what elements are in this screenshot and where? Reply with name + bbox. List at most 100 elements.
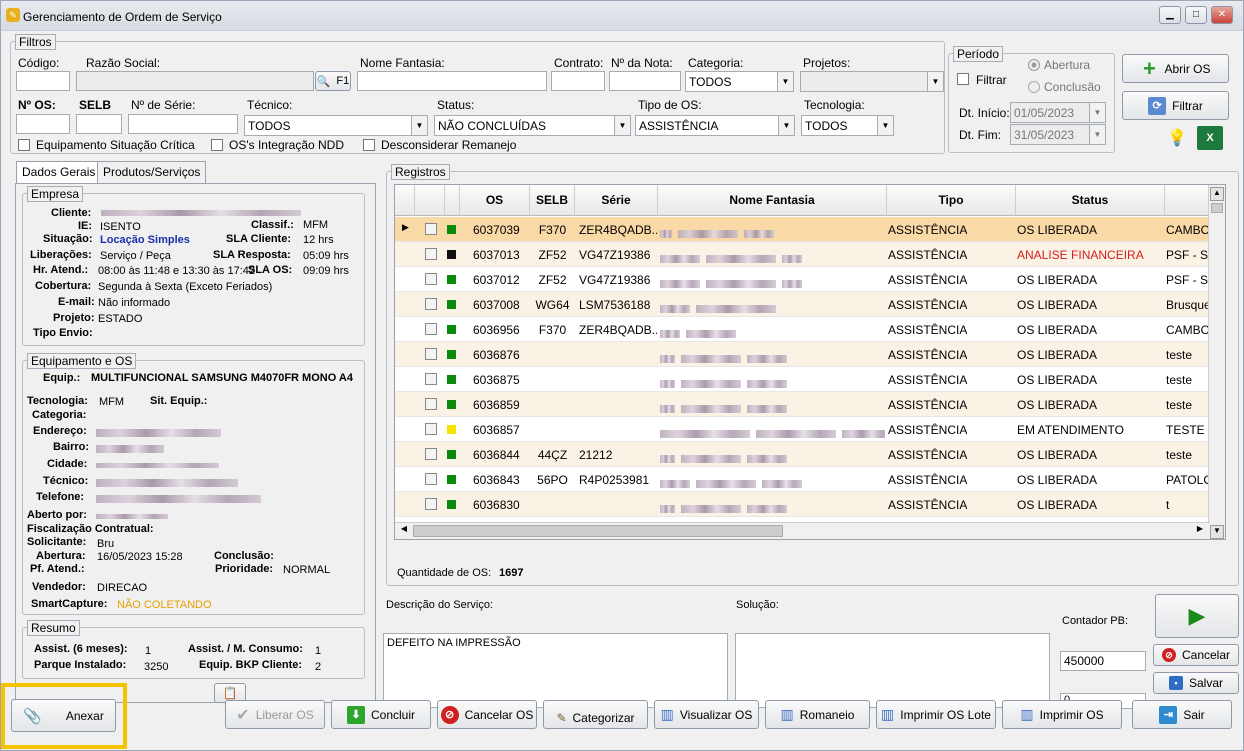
plus-icon: + (1143, 55, 1156, 81)
cell-tipo: ASSISTÊNCIA (888, 398, 968, 412)
table-row[interactable]: 6037008 WG64 LSM7536188 ASSISTÊNCIA OS LIBER… (395, 292, 1210, 317)
concluir-button[interactable]: ⬇ Concluir (331, 700, 431, 729)
ndd-label: OS's Integração NDD (229, 138, 345, 152)
col-nome-fantasia[interactable]: Nome Fantasia (658, 185, 887, 216)
row-checkbox[interactable] (425, 248, 437, 260)
sla-os-label: SLA OS: (248, 264, 293, 276)
codigo-input[interactable] (16, 71, 70, 91)
tab-dados-gerais[interactable]: Dados Gerais (16, 161, 102, 184)
col-os[interactable]: OS (460, 185, 530, 216)
remanejo-checkbox[interactable] (363, 139, 375, 151)
row-checkbox[interactable] (425, 473, 437, 485)
projetos-select[interactable]: ▼ (800, 71, 944, 92)
romaneio-button[interactable]: ▥ Romaneio (765, 700, 870, 729)
table-row[interactable]: 6036875 ASSISTÊNCIA OS LIBERADA teste (395, 367, 1210, 392)
play-button[interactable]: ▶ (1155, 594, 1239, 638)
row-checkbox[interactable] (425, 223, 437, 235)
periodo-group-label: Período (953, 46, 1004, 62)
dt-inicio-picker[interactable]: 01/05/2023 ▼ (1010, 102, 1106, 123)
imprimir-os-lote-button[interactable]: ▥ Imprimir OS Lote (876, 700, 996, 729)
col-cidade[interactable] (1165, 185, 1210, 216)
close-button[interactable]: ✕ (1211, 6, 1233, 24)
row-checkbox[interactable] (425, 373, 437, 385)
status-select[interactable]: NÃO CONCLUÍDAS ▼ (434, 115, 631, 136)
table-row[interactable]: 6036844 44ÇZ 21212 ASSISTÊNCIA OS LIBERADA te… (395, 442, 1210, 467)
filtrar-periodo-checkbox[interactable] (957, 73, 969, 85)
filter-icon: ⟳ (1148, 96, 1167, 115)
contador-input[interactable]: 450000 (1060, 651, 1146, 671)
tecnico-select[interactable]: TODOS ▼ (244, 115, 428, 136)
razao-input[interactable] (76, 71, 314, 91)
vertical-scrollbar[interactable]: ▲ ▼ (1208, 185, 1225, 539)
table-row[interactable]: 6037012 ZF52 VG47Z19386 ASSISTÊNCIA OS LIBER… (395, 267, 1210, 292)
col-serie[interactable]: Série (575, 185, 658, 216)
table-row[interactable]: 6036843 56PO R4P0253981 ASSISTÊNCIA OS LIBER… (395, 467, 1210, 492)
col-status[interactable]: Status (1016, 185, 1165, 216)
equip-label: Equip.: (43, 372, 81, 384)
descricao-textarea[interactable]: DEFEITO NA IMPRESSÃO (383, 633, 728, 708)
table-row[interactable]: 6036859 ASSISTÊNCIA OS LIBERADA teste (395, 392, 1210, 417)
horizontal-scrollbar[interactable]: ◀ ▶ (395, 522, 1210, 539)
lightbulb-icon[interactable]: 💡 (1167, 128, 1187, 148)
table-row[interactable]: 6036857 ASSISTÊNCIA EM ATENDIMENTO TESTE (395, 417, 1210, 442)
email-label: E-mail: (58, 296, 95, 308)
app-window: ✎ Gerenciamento de Ordem de Serviço ▁ □ … (0, 0, 1244, 751)
table-row[interactable]: ▶ 6037039 F370 ZER4BQADB... ASSISTÊNCIA OS LI… (395, 217, 1210, 242)
scroll-up-icon[interactable]: ▲ (1210, 187, 1224, 201)
row-checkbox[interactable] (425, 348, 437, 360)
categoria-select[interactable]: TODOS ▼ (685, 71, 794, 92)
cell-status: OS LIBERADA (1017, 273, 1098, 287)
selb-input[interactable] (76, 114, 122, 134)
grid-color-col (445, 185, 460, 216)
h-scroll-thumb[interactable] (413, 525, 783, 537)
table-row[interactable]: 6036876 ASSISTÊNCIA OS LIBERADA teste (395, 342, 1210, 367)
contrato-input[interactable] (551, 71, 605, 91)
solucao-textarea[interactable] (735, 633, 1050, 708)
categorizar-button[interactable]: ✎ Categorizar (543, 700, 648, 729)
visualizar-os-button[interactable]: ▥ Visualizar OS (654, 700, 759, 729)
nos-input[interactable] (16, 114, 70, 134)
excel-icon[interactable]: X (1197, 126, 1223, 150)
scroll-left-icon[interactable]: ◀ (397, 524, 411, 538)
contrato-label: Contrato: (554, 56, 604, 70)
row-checkbox[interactable] (425, 423, 437, 435)
filtrar-button[interactable]: ⟳ Filtrar (1122, 91, 1229, 120)
abrir-os-button[interactable]: + Abrir OS (1122, 54, 1229, 83)
scroll-down-icon[interactable]: ▼ (1210, 525, 1224, 539)
serie-input[interactable] (128, 114, 238, 134)
col-tipo[interactable]: Tipo (887, 185, 1016, 216)
ndd-checkbox[interactable] (211, 139, 223, 151)
cancelar-os-button[interactable]: ⊘ Cancelar OS (437, 700, 537, 729)
dt-fim-picker[interactable]: 31/05/2023 ▼ (1010, 124, 1106, 145)
sair-button[interactable]: ⇥ Sair (1132, 700, 1232, 729)
col-selb[interactable]: SELB (530, 185, 575, 216)
situacao-critica-checkbox[interactable] (18, 139, 30, 151)
imprimir-os-button[interactable]: ▥ Imprimir OS (1002, 700, 1122, 729)
cancelar-button[interactable]: ⊘ Cancelar (1153, 644, 1239, 666)
maximize-button[interactable]: □ (1185, 6, 1207, 24)
row-checkbox[interactable] (425, 448, 437, 460)
tecnologia-select[interactable]: TODOS ▼ (801, 115, 894, 136)
row-checkbox[interactable] (425, 273, 437, 285)
tecnico-eq-label: Técnico: (43, 475, 89, 487)
abertura-radio[interactable] (1028, 59, 1040, 71)
f1-search-button[interactable]: 🔍 F1 (315, 71, 351, 91)
row-checkbox[interactable] (425, 398, 437, 410)
row-checkbox[interactable] (425, 323, 437, 335)
table-row[interactable]: 6036956 F370 ZER4BQADB... ASSISTÊNCIA OS LIB… (395, 317, 1210, 342)
fantasia-input[interactable] (357, 71, 547, 91)
tab-produtos-servicos[interactable]: Produtos/Serviços (97, 161, 207, 183)
minimize-button[interactable]: ▁ (1159, 6, 1181, 24)
table-row[interactable]: 6037013 ZF52 VG47Z19386 ASSISTÊNCIA ANALISE … (395, 242, 1210, 267)
table-row[interactable]: 6036830 ASSISTÊNCIA OS LIBERADA t (395, 492, 1210, 517)
conclusao-radio[interactable] (1028, 81, 1040, 93)
nota-input[interactable] (609, 71, 681, 91)
liberar-os-button[interactable]: ✔ Liberar OS (225, 700, 325, 729)
salvar-button[interactable]: ▪ Salvar (1153, 672, 1239, 694)
redacted-text (681, 404, 741, 413)
scroll-thumb[interactable] (1211, 203, 1223, 213)
scroll-right-icon[interactable]: ▶ (1193, 524, 1207, 538)
row-checkbox[interactable] (425, 298, 437, 310)
row-checkbox[interactable] (425, 498, 437, 510)
tipo-os-select[interactable]: ASSISTÊNCIA ▼ (635, 115, 795, 136)
